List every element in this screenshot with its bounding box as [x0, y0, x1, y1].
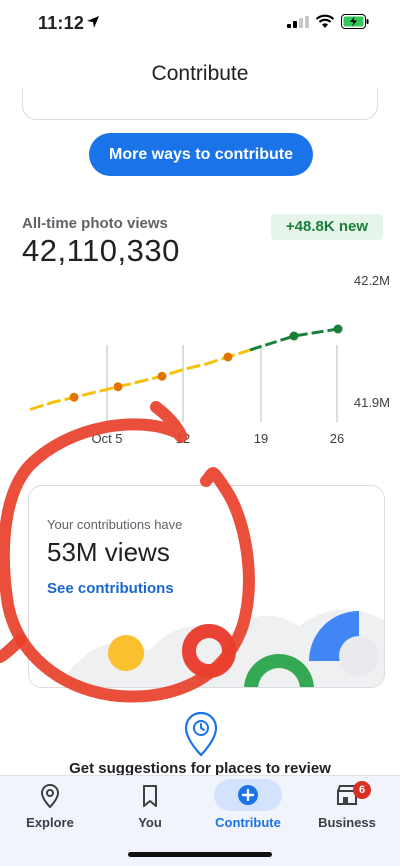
- chart-point: [113, 382, 123, 392]
- chart-point: [289, 331, 299, 341]
- see-contributions-link[interactable]: See contributions: [47, 580, 174, 597]
- wifi-icon: [315, 14, 335, 28]
- page-title: Contribute: [151, 62, 249, 85]
- y-tick-label: 42.2M: [354, 273, 390, 288]
- x-tick-label: Oct 5: [91, 431, 122, 446]
- photo-views-label: All-time photo views: [22, 215, 168, 232]
- bookmark-icon: [143, 785, 157, 807]
- chart-point: [157, 371, 167, 381]
- nav-contribute[interactable]: Contribute: [198, 776, 298, 846]
- x-tick-label: 19: [254, 431, 268, 446]
- contributions-caption: Your contributions have: [47, 517, 183, 532]
- nav-business[interactable]: 6 Business: [297, 776, 397, 846]
- new-views-badge: +48.8K new: [271, 214, 383, 240]
- nav-business-label: Business: [318, 815, 376, 830]
- nav-you-label: You: [138, 815, 162, 830]
- nav-explore[interactable]: Explore: [0, 776, 100, 846]
- photo-views-chart: Oct 5 12 19 26 42.2M 41.9M: [29, 273, 390, 446]
- nav-you[interactable]: You: [100, 776, 200, 846]
- contributions-card[interactable]: Your contributions have 53M views See co…: [28, 485, 385, 688]
- contributions-views-value: 53M views: [47, 537, 170, 567]
- pin-history-icon: [184, 711, 218, 757]
- chart-point: [333, 324, 343, 334]
- location-arrow-icon: [87, 16, 99, 28]
- cellular-signal-icon: [287, 16, 309, 28]
- nav-contribute-label: Contribute: [215, 815, 281, 830]
- add-circle-icon: [238, 785, 258, 805]
- x-tick-label: 12: [176, 431, 190, 446]
- status-bar: 11:12: [0, 0, 400, 46]
- business-notification-badge: 6: [353, 781, 371, 799]
- nav-explore-label: Explore: [26, 815, 74, 830]
- previous-card-edge: [22, 88, 378, 120]
- chart-point: [223, 352, 233, 362]
- y-tick-label: 41.9M: [354, 395, 390, 410]
- status-time: 11:12: [38, 13, 85, 33]
- location-pin-icon: [40, 783, 60, 809]
- yellow-circle-shape: [108, 635, 144, 671]
- more-ways-to-contribute-button[interactable]: More ways to contribute: [89, 133, 313, 176]
- x-tick-label: 26: [330, 431, 344, 446]
- battery-charging-icon: [341, 14, 369, 29]
- chart-series-line-older: [29, 348, 251, 411]
- home-indicator: [128, 852, 272, 857]
- chart-point: [69, 392, 79, 402]
